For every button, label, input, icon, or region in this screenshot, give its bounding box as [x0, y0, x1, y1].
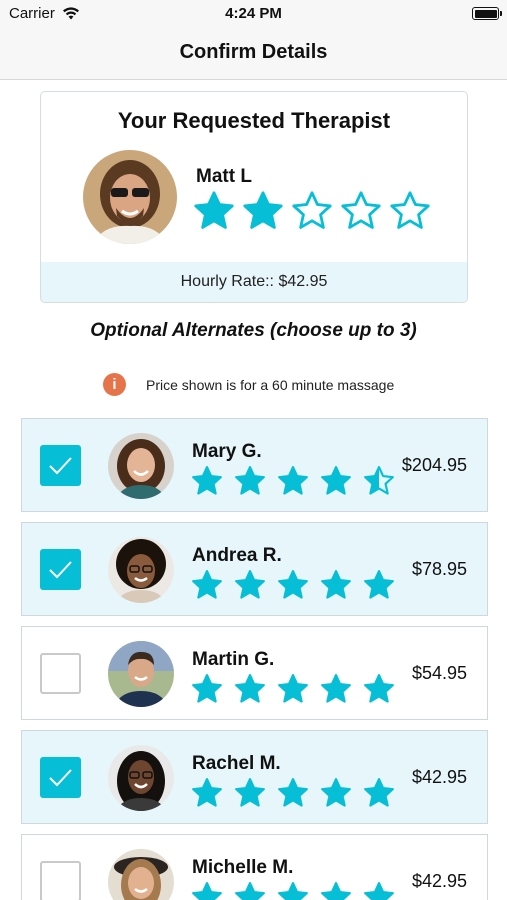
star-full-icon — [321, 570, 351, 599]
avatar — [108, 849, 174, 900]
star-full-icon — [364, 674, 394, 703]
star-full-icon — [278, 778, 308, 807]
star-full-icon — [194, 191, 234, 229]
star-full-icon — [321, 882, 351, 900]
therapist-name: Michelle M. — [192, 857, 294, 878]
list-item[interactable]: Rachel M. $42.95 — [21, 730, 488, 824]
therapist-name: Andrea R. — [192, 545, 282, 566]
star-full-icon — [243, 191, 283, 229]
star-empty-icon — [341, 191, 381, 229]
battery-icon — [472, 7, 502, 20]
star-full-icon — [278, 674, 308, 703]
therapist-price: $54.95 — [411, 663, 467, 683]
star-rating — [191, 777, 395, 809]
requested-therapist-name: Matt L — [196, 166, 252, 187]
star-empty-icon — [390, 191, 430, 229]
star-full-icon — [192, 466, 222, 495]
star-full-icon — [235, 882, 265, 900]
avatar — [108, 641, 174, 707]
avatar — [108, 537, 174, 603]
hourly-rate: Hourly Rate:: $42.95 — [41, 262, 467, 302]
avatar — [83, 150, 177, 244]
select-checkbox[interactable] — [40, 549, 81, 590]
star-full-icon — [235, 778, 265, 807]
select-checkbox[interactable] — [40, 861, 81, 900]
therapist-name: Rachel M. — [192, 753, 281, 774]
star-full-icon — [321, 674, 351, 703]
star-rating — [191, 881, 395, 900]
star-rating — [191, 673, 395, 705]
requested-therapist-title: Your Requested Therapist — [117, 108, 391, 133]
avatar — [108, 745, 174, 811]
star-full-icon — [364, 778, 394, 807]
select-checkbox[interactable] — [40, 757, 81, 798]
requested-therapist-card: Your Requested Therapist Matt L Hourly R… — [40, 91, 468, 303]
star-full-icon — [278, 466, 308, 495]
list-item[interactable]: Andrea R. $78.95 — [21, 522, 488, 616]
star-full-icon — [192, 570, 222, 599]
star-full-icon — [321, 466, 351, 495]
list-item[interactable]: Martin G. $54.95 — [21, 626, 488, 720]
star-full-icon — [278, 882, 308, 900]
list-item[interactable]: Mary G. $204.95 — [21, 418, 488, 512]
therapist-price: $42.95 — [411, 767, 467, 787]
star-full-icon — [278, 570, 308, 599]
therapist-price: $204.95 — [401, 455, 467, 475]
page-title: Confirm Details — [179, 41, 328, 63]
navigation-bar: Confirm Details — [0, 30, 507, 80]
therapist-name: Martin G. — [192, 649, 275, 670]
requested-therapist-rating — [193, 190, 431, 232]
therapist-name: Mary G. — [192, 441, 262, 462]
avatar — [108, 433, 174, 499]
list-item[interactable]: Michelle M. $42.95 — [21, 834, 488, 900]
star-full-icon — [235, 570, 265, 599]
star-empty-icon — [292, 191, 332, 229]
star-rating — [191, 569, 395, 601]
select-checkbox[interactable] — [40, 445, 81, 486]
star-half-icon — [364, 466, 394, 495]
alternates-heading: Optional Alternates (choose up to 3) — [90, 320, 417, 341]
star-full-icon — [235, 466, 265, 495]
therapist-price: $78.95 — [411, 559, 467, 579]
checkmark-icon — [49, 769, 72, 787]
status-bar: Carrier 4:24 PM — [0, 0, 507, 30]
star-full-icon — [192, 674, 222, 703]
star-full-icon — [192, 778, 222, 807]
select-checkbox[interactable] — [40, 653, 81, 694]
clock: 4:24 PM — [225, 5, 282, 22]
price-notice: i Price shown is for a 60 minute massage — [103, 373, 394, 396]
star-rating — [191, 465, 395, 497]
star-full-icon — [364, 570, 394, 599]
info-icon: i — [103, 373, 126, 396]
star-full-icon — [321, 778, 351, 807]
star-full-icon — [192, 882, 222, 900]
price-notice-text: Price shown is for a 60 minute massage — [146, 376, 395, 393]
star-full-icon — [235, 674, 265, 703]
checkmark-icon — [49, 457, 72, 475]
therapist-price: $42.95 — [411, 871, 467, 891]
checkmark-icon — [49, 561, 72, 579]
star-full-icon — [364, 882, 394, 900]
